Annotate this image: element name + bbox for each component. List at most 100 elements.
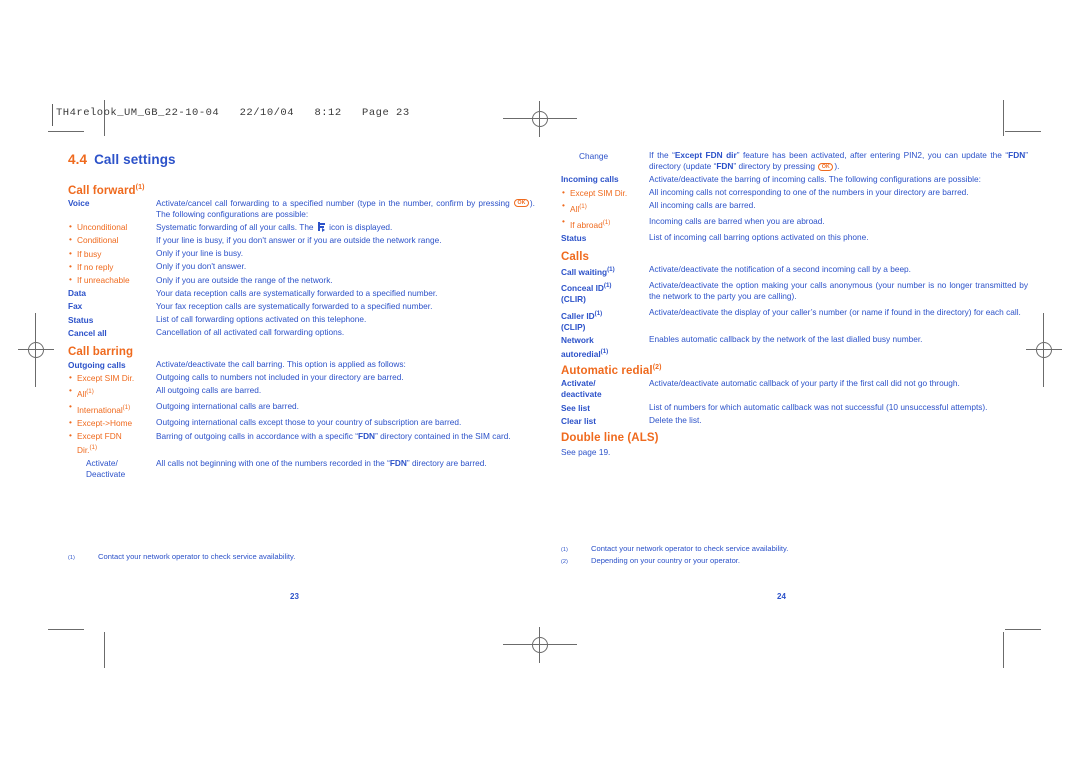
definition-row: Outgoing calls Activate/deactivate the c… (68, 359, 535, 371)
footnote-mark: (1) (86, 387, 94, 395)
section-heading-call-barring: Call barring (68, 346, 535, 358)
footnote: (1) Contact your network operator to che… (68, 552, 535, 564)
term-conditional: Conditional (68, 234, 156, 247)
definition-row: Fax Your fax reception calls are systema… (68, 301, 535, 313)
definition-row: Conditional If your line is busy, if you… (68, 234, 535, 247)
section-heading-calls: Calls (561, 251, 1028, 263)
desc-all-outgoing: All outgoing calls are barred. (156, 385, 262, 396)
definition-row: Activate/deactivate Activate/deactivate … (561, 378, 1028, 401)
term-all-incoming: All(1) (561, 200, 649, 214)
desc-all-incoming: All incoming calls are barred. (649, 200, 756, 211)
definition-row: If unreachable Only if you are outside t… (68, 274, 535, 287)
definition-row: Except SIM Dir. All incoming calls not c… (561, 187, 1028, 199)
footnote-text: Depending on your country or your operat… (591, 556, 741, 565)
desc-fax: Your fax reception calls are systematica… (156, 300, 433, 311)
term-clear-list: Clear list (561, 415, 597, 426)
term-if-abroad: If abroad(1) (561, 216, 649, 230)
desc-status: List of call forwarding options activate… (156, 314, 367, 325)
definition-row: See list List of numbers for which autom… (561, 402, 1028, 414)
term-see-list: See list (561, 402, 591, 413)
desc-if-unreachable: Only if you are outside the range of the… (156, 274, 333, 285)
term-incoming-calls: Incoming calls (561, 174, 619, 185)
desc-except-sim-dir: Outgoing calls to numbers not included i… (156, 372, 404, 383)
definition-row: International(1) Outgoing international … (68, 401, 535, 415)
see-page-reference: See page 19. (561, 447, 611, 458)
desc-if-abroad: Incoming calls are barred when you are a… (649, 216, 825, 227)
term-status-incoming: Status (561, 232, 587, 243)
footnote: (1) Contact your network operator to che… (561, 544, 1028, 556)
term-except-home: Except->Home (68, 417, 156, 429)
definition-row: If abroad(1) Incoming calls are barred w… (561, 216, 1028, 230)
chapter-heading: 4.4 Call settings (68, 152, 176, 167)
section-heading-footnote-mark: (1) (135, 184, 145, 191)
section-heading-label: Call barring (68, 346, 134, 359)
desc-outgoing-calls: Activate/deactivate the call barring. Th… (156, 359, 406, 370)
footnote-mark: (1) (607, 266, 615, 274)
definition-row: All(1) All incoming calls are barred. (561, 200, 1028, 214)
page-number-left: 23 (290, 592, 299, 601)
definition-row: Status List of incoming call barring opt… (561, 232, 1028, 244)
right-page-content: Change If the “Except FDN dir” feature h… (561, 150, 1028, 460)
section-heading-automatic-redial: Automatic redial(2) (561, 364, 1028, 377)
term-except-fdn-dir: Except FDNDir.(1) (68, 430, 156, 457)
definition-row: All(1) All outgoing calls are barred. (68, 385, 535, 399)
definition-row: Unconditional Systematic forwarding of a… (68, 221, 535, 234)
definition-row: If no reply Only if you don't answer. (68, 261, 535, 273)
desc-status-incoming: List of incoming call barring options ac… (649, 232, 869, 243)
term-all-outgoing: All(1) (68, 385, 156, 399)
desc-international: Outgoing international calls are barred. (156, 401, 299, 412)
definition-row: Incoming calls Activate/deactivate the b… (561, 174, 1028, 186)
page-left: 4.4 Call settings Call forward(1) Voice A… (55, 0, 545, 763)
desc-cancel-all: Cancellation of all activated call forwa… (156, 327, 345, 338)
desc-data: Your data reception calls are systematic… (156, 287, 438, 298)
desc-except-home: Outgoing international calls except thos… (156, 417, 462, 428)
desc-unconditional: Systematic forwarding of all your calls.… (156, 221, 393, 232)
definition-row: Network autoredial(1) Enables automatic c… (561, 334, 1028, 360)
term-fax: Fax (68, 301, 83, 312)
desc-except-fdn-dir: Barring of outgoing calls in accordance … (156, 430, 511, 441)
definition-row: Activate/Deactivate All calls not beginn… (68, 458, 535, 481)
chapter-number: 4.4 (68, 152, 88, 167)
footnote-text: Contact your network operator to check s… (591, 544, 789, 553)
definition-row: Except->Home Outgoing international call… (68, 417, 535, 429)
footnote-mark: (1) (579, 202, 587, 210)
section-heading-label: Calls (561, 250, 589, 263)
section-heading-double-line: Double line (ALS) (561, 432, 1028, 444)
desc-call-waiting: Activate/deactivate the notification of … (649, 263, 911, 274)
footnote-mark: (1) (89, 444, 98, 452)
slug-rule-left (52, 104, 53, 126)
desc-activate-deactivate: All calls not beginning with one of the … (156, 457, 487, 468)
definition-row: Status List of call forwarding options a… (68, 314, 535, 326)
term-voice: Voice (68, 198, 90, 209)
term-if-busy: If busy (68, 248, 156, 260)
page-number-right: 24 (777, 592, 786, 601)
definition-row: Except SIM Dir. Outgoing calls to number… (68, 372, 535, 384)
desc-except-sim-dir-incoming: All incoming calls not corresponding to … (649, 187, 969, 198)
definition-row: Caller ID(1) (CLIP) Activate/deactivate t… (561, 307, 1028, 333)
term-unconditional: Unconditional (68, 221, 156, 234)
desc-conditional: If your line is busy, if you don't answe… (156, 234, 442, 245)
footnote-mark: (1) (603, 282, 612, 290)
definition-row: Except FDNDir.(1) Barring of outgoing ca… (68, 430, 535, 457)
term-international: International(1) (68, 401, 156, 415)
desc-conceal-id: Activate/deactivate the option making yo… (649, 279, 1028, 302)
section-heading-label: Call forward (68, 184, 136, 197)
definition-row: Cancel all Cancellation of all activated… (68, 327, 535, 339)
chapter-title: Call settings (94, 152, 176, 167)
term-except-sim-dir-incoming: Except SIM Dir. (561, 187, 649, 199)
term-except-sim-dir: Except SIM Dir. (68, 372, 156, 384)
term-outgoing-calls: Outgoing calls (68, 359, 126, 370)
definition-row: Voice Activate/cancel call forwarding to… (68, 198, 535, 220)
footnote-mark: (2) (561, 559, 568, 565)
footnote-text: Contact your network operator to check s… (98, 552, 296, 561)
desc-clear-list: Delete the list. (649, 415, 702, 426)
definition-row: Conceal ID(1) (CLIR) Activate/deactivate … (561, 280, 1028, 306)
term-activate-deactivate: Activate/Deactivate (86, 458, 126, 480)
section-heading-label: Automatic redial (561, 364, 653, 377)
footnote-mark: (1) (594, 309, 603, 317)
desc-caller-id: Activate/deactivate the display of your … (649, 307, 1021, 318)
definition-row: Data Your data reception calls are syste… (68, 288, 535, 300)
definition-row: See page 19. (561, 447, 1028, 458)
page-right: Change If the “Except FDN dir” feature h… (548, 0, 1038, 763)
term-status: Status (68, 314, 94, 325)
